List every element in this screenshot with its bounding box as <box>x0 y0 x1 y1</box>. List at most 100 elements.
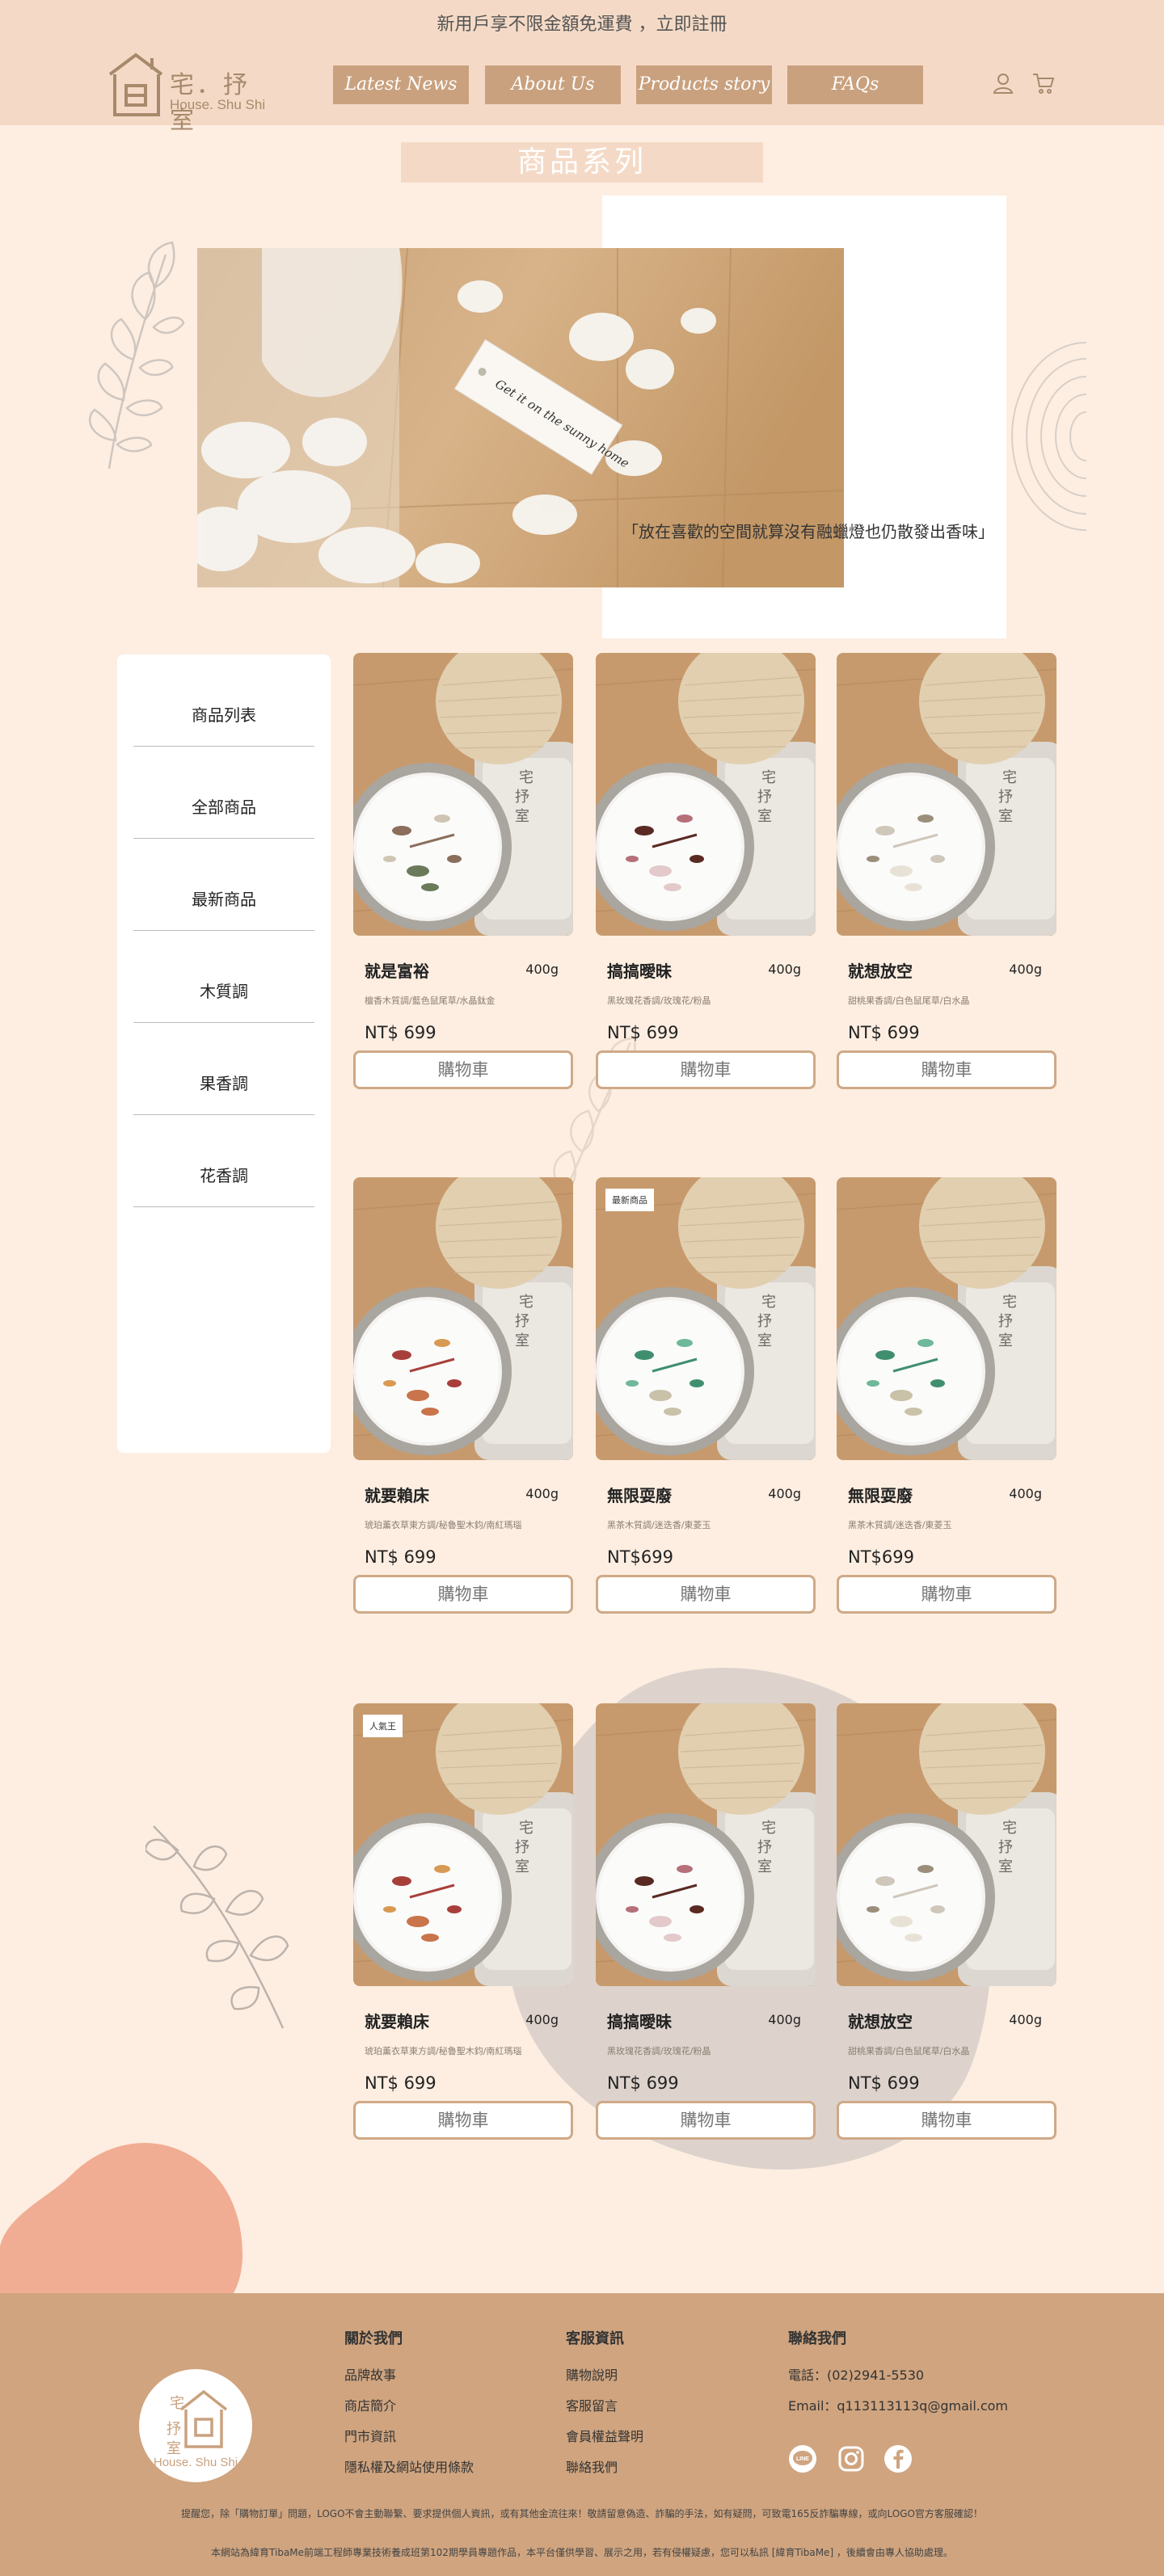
footer-link-service-message[interactable]: 客服留言 <box>566 2395 618 2414</box>
footer-link-store-intro[interactable]: 商店簡介 <box>344 2395 396 2414</box>
nav-products-story[interactable]: Products story <box>636 65 772 104</box>
candle-jar-image: 宅抒室 <box>837 1177 1056 1460</box>
footer-link-contact[interactable]: 聯絡我們 <box>566 2456 618 2476</box>
jar-label-char-1: 宅 <box>761 769 776 786</box>
sidebar-item-product-list[interactable]: 商品列表 <box>133 655 314 747</box>
jar-label-char-2: 抒 <box>998 1313 1013 1330</box>
add-to-cart-button[interactable]: 購物車 <box>596 2101 816 2140</box>
product-photo[interactable]: 宅抒室 <box>837 653 1056 936</box>
footer-link-shopping-guide[interactable]: 購物說明 <box>566 2364 618 2384</box>
sidebar-item-all-products[interactable]: 全部商品 <box>133 747 314 839</box>
product-photo[interactable]: 宅抒室 <box>596 1703 816 1986</box>
add-to-cart-button[interactable]: 購物車 <box>353 1050 573 1089</box>
footer-fraud-notice: 提醒您，除「購物訂單」問題，LOGO不會主動聯繫、要求提供個人資訊，或有其他金流… <box>181 2508 983 2519</box>
product-name[interactable]: 就要賴床 <box>365 2009 429 2032</box>
jar-label-char-2: 抒 <box>757 1839 772 1856</box>
footer-logo[interactable]: 宅 抒 室 House. Shu Shi <box>139 2369 252 2482</box>
product-weight: 400g <box>768 962 801 977</box>
product-photo[interactable]: 宅抒室 <box>596 1177 816 1460</box>
candle-jar-image: 宅抒室 <box>837 653 1056 936</box>
leaf-sprig-decoration <box>146 1825 289 2029</box>
category-sidebar: 商品列表 全部商品 最新商品 木質調 果香調 花香調 <box>117 655 331 1453</box>
product-weight: 400g <box>525 1486 559 1501</box>
product-card[interactable]: 宅抒室搞搞曖昧 400g 黑玫瑰花香調/玫瑰花/粉晶 NT$ 699 購物車 <box>596 1703 816 2148</box>
jar-label-char-2: 抒 <box>757 789 772 806</box>
jar-label-char-3: 室 <box>998 1332 1013 1349</box>
product-card[interactable]: 宅抒室就要賴床 400g 琥珀薰衣草東方調/秘魯聖木鈞/南紅瑪瑙 NT$ 699 購物車 <box>353 1177 573 1622</box>
footer-link-store-info[interactable]: 門市資訊 <box>344 2426 396 2445</box>
product-card[interactable]: 宅抒室就是富裕 400g 檀香木質調/藍色鼠尾草/水晶鈦金 NT$ 699 購物車 <box>353 653 573 1097</box>
sidebar-item-new-products[interactable]: 最新商品 <box>133 839 314 931</box>
product-name[interactable]: 就想放空 <box>848 958 913 982</box>
product-badge: 最新商品 <box>605 1189 654 1211</box>
product-price: NT$ 699 <box>607 1023 679 1042</box>
footer-logo-char-2: 抒 <box>167 2421 181 2438</box>
jar-label-char-1: 宅 <box>1002 1820 1017 1837</box>
add-to-cart-button[interactable]: 購物車 <box>837 1050 1056 1089</box>
add-to-cart-button[interactable]: 購物車 <box>596 1050 816 1089</box>
footer-service-title: 客服資訊 <box>566 2330 624 2347</box>
product-name[interactable]: 無限耍廢 <box>848 1483 913 1506</box>
candle-jar-image: 宅抒室 <box>596 1703 816 1986</box>
product-photo[interactable]: 宅抒室 <box>353 653 573 936</box>
line-icon-label: LINE <box>796 2456 809 2462</box>
user-icon[interactable] <box>991 71 1015 95</box>
product-notes: 甜桃果香調/白色鼠尾草/白水晶 <box>848 995 970 1006</box>
product-card[interactable]: 宅抒室搞搞曖昧 400g 黑玫瑰花香調/玫瑰花/粉晶 NT$ 699 購物車 <box>596 653 816 1097</box>
add-to-cart-button[interactable]: 購物車 <box>837 2101 1056 2140</box>
product-photo[interactable]: 宅抒室 <box>837 1703 1056 1986</box>
add-to-cart-button[interactable]: 購物車 <box>353 1575 573 1614</box>
leaf-branch-decoration <box>89 241 185 469</box>
add-to-cart-button[interactable]: 購物車 <box>353 2101 573 2140</box>
sidebar-item-woody[interactable]: 木質調 <box>133 931 314 1023</box>
product-photo[interactable]: 宅抒室 <box>353 1703 573 1986</box>
product-card[interactable]: 宅抒室就想放空 400g 甜桃果香調/白色鼠尾草/白水晶 NT$ 699 購物車 <box>837 653 1056 1097</box>
product-photo[interactable]: 宅抒室 <box>353 1177 573 1460</box>
nav-latest-news[interactable]: Latest News <box>333 65 469 104</box>
nav-about-us[interactable]: About Us <box>485 65 621 104</box>
product-weight: 400g <box>1009 1486 1042 1501</box>
nav-faqs[interactable]: FAQs <box>787 65 923 104</box>
product-photo[interactable]: 宅抒室 <box>837 1177 1056 1460</box>
line-icon[interactable]: LINE <box>788 2444 817 2473</box>
instagram-icon[interactable] <box>837 2444 866 2473</box>
product-weight: 400g <box>525 962 559 977</box>
house-logo-icon: 宅 抒 室 House. Shu Shi <box>154 2389 238 2469</box>
product-name[interactable]: 就想放空 <box>848 2009 913 2032</box>
product-card[interactable]: 宅抒室無限耍廢 400g 黑茶木質調/迷迭香/東菱玉 NT$699 購物車 <box>837 1177 1056 1622</box>
add-to-cart-button[interactable]: 購物車 <box>837 1575 1056 1614</box>
sidebar-item-fruity[interactable]: 果香調 <box>133 1023 314 1115</box>
footer-about-title: 關於我們 <box>344 2330 403 2347</box>
jar-label-char-3: 室 <box>515 1332 529 1349</box>
product-card[interactable]: 宅抒室人氣王 就要賴床 400g 琥珀薰衣草東方調/秘魯聖木鈞/南紅瑪瑙 NT$ 699… <box>353 1703 573 2148</box>
sidebar-item-floral[interactable]: 花香調 <box>133 1115 314 1207</box>
add-to-cart-button[interactable]: 購物車 <box>596 1575 816 1614</box>
footer-link-privacy-terms[interactable]: 隱私權及網站使用條款 <box>344 2456 474 2476</box>
footer-link-brand-story[interactable]: 品牌故事 <box>344 2364 396 2384</box>
footer-email[interactable]: Email：q113113113q@gmail.com <box>788 2395 1008 2414</box>
jar-label-char-3: 室 <box>757 1332 772 1349</box>
product-photo[interactable]: 宅抒室 <box>596 653 816 936</box>
jar-label-char-1: 宅 <box>761 1820 776 1837</box>
product-notes: 黑茶木質調/迷迭香/東菱玉 <box>848 1520 952 1530</box>
facebook-icon[interactable] <box>884 2444 913 2473</box>
product-price: NT$ 699 <box>607 2073 679 2093</box>
product-name[interactable]: 搞搞曖昧 <box>607 958 672 982</box>
hero-quote: 「放在喜歡的空間就算沒有融蠟燈也仍散發出香味」 <box>622 522 994 541</box>
candle-jar-image: 宅抒室 <box>596 653 816 936</box>
product-badge: 人氣王 <box>363 1715 403 1737</box>
product-card[interactable]: 宅抒室就想放空 400g 甜桃果香調/白色鼠尾草/白水晶 NT$ 699 購物車 <box>837 1703 1056 2148</box>
brand-logo[interactable]: 宅．抒室 House. Shu Shi <box>105 50 267 135</box>
footer-link-member-rights[interactable]: 會員權益聲明 <box>566 2426 643 2445</box>
product-name[interactable]: 無限耍廢 <box>607 1483 672 1506</box>
product-name[interactable]: 搞搞曖昧 <box>607 2009 672 2032</box>
product-name[interactable]: 就是富裕 <box>365 958 429 982</box>
product-price: NT$699 <box>848 1547 914 1567</box>
cart-icon[interactable] <box>1031 71 1056 95</box>
product-card[interactable]: 宅抒室最新商品 無限耍廢 400g 黑茶木質調/迷迭香/東菱玉 NT$699 購物車 <box>596 1177 816 1622</box>
product-weight: 400g <box>1009 2012 1042 2027</box>
candle-jar-image: 宅抒室 <box>353 1703 573 1986</box>
promo-banner[interactable]: 新用戶享不限金額免運費 ，立即註冊 <box>0 10 1164 36</box>
jar-label-char-2: 抒 <box>757 1313 772 1330</box>
product-name[interactable]: 就要賴床 <box>365 1483 429 1506</box>
